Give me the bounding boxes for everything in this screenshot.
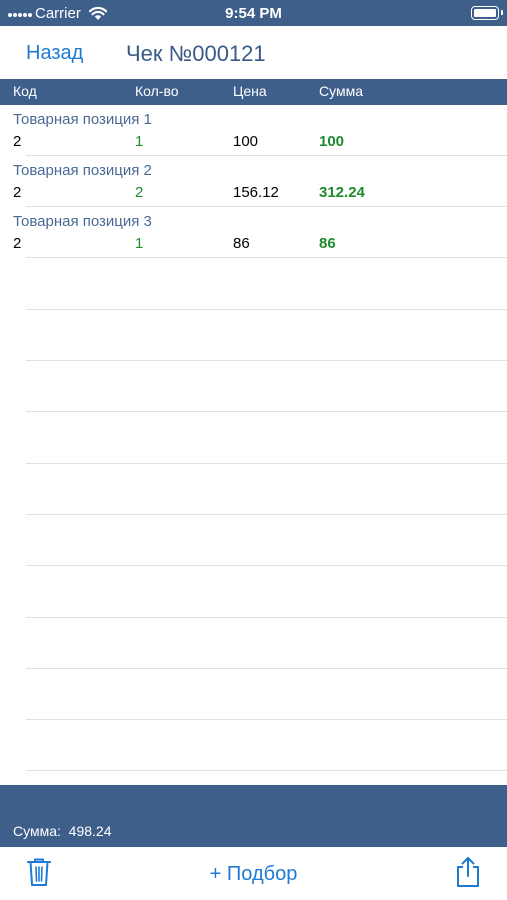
total-value: 498.24 [68,823,112,839]
empty-row-divider [26,617,507,618]
total-summary: Сумма: 498.24 [13,823,112,839]
empty-row-divider [26,719,507,720]
table-header: Код Кол-во Цена Сумма [0,79,507,105]
item-name: Товарная позиция 3 [13,213,152,230]
item-price: 86 [233,235,250,252]
item-sum: 100 [319,133,345,150]
item-price: 156.12 [233,184,279,201]
item-name: Товарная позиция 1 [13,111,152,128]
item-name: Товарная позиция 2 [13,162,152,179]
share-icon[interactable] [454,856,482,888]
back-button[interactable]: Назад [26,42,83,65]
table-row[interactable]: Товарная позиция 1 2 1 100 100 [0,105,507,156]
status-time: 9:54 PM [225,5,282,22]
item-quantity: 1 [135,133,144,150]
empty-row-divider [26,309,507,310]
item-quantity: 1 [135,235,144,252]
empty-row-divider [26,360,507,361]
navigation-bar: Назад Чек №000121 [0,26,507,79]
table-row[interactable]: Товарная позиция 2 2 2 156.12 312.24 [0,156,507,207]
column-header-code: Код [13,83,37,99]
item-code: 2 [13,184,22,201]
row-divider [26,257,507,258]
item-code: 2 [13,133,22,150]
item-sum: 86 [319,235,336,252]
empty-row-divider [26,411,507,412]
pick-items-button[interactable]: + Подбор [0,863,507,886]
empty-row-divider [26,668,507,669]
column-header-sum: Сумма [319,83,363,99]
item-code: 2 [13,235,22,252]
total-label: Сумма: [13,823,61,839]
item-sum: 312.24 [319,184,365,201]
total-bar: Сумма: 498.24 [0,785,507,847]
battery-icon [471,6,503,20]
empty-row-divider [26,463,507,464]
empty-row-divider [26,770,507,771]
item-quantity: 2 [135,184,144,201]
column-header-qty: Кол-во [135,83,179,99]
page-title: Чек №000121 [126,41,266,66]
item-price: 100 [233,133,259,150]
bottom-toolbar: + Подбор [0,847,507,900]
table-row[interactable]: Товарная позиция 3 2 1 86 86 [0,207,507,258]
empty-row-divider [26,514,507,515]
column-header-price: Цена [233,83,267,99]
status-bar: Carrier 9:54 PM [0,0,507,26]
empty-row-divider [26,565,507,566]
